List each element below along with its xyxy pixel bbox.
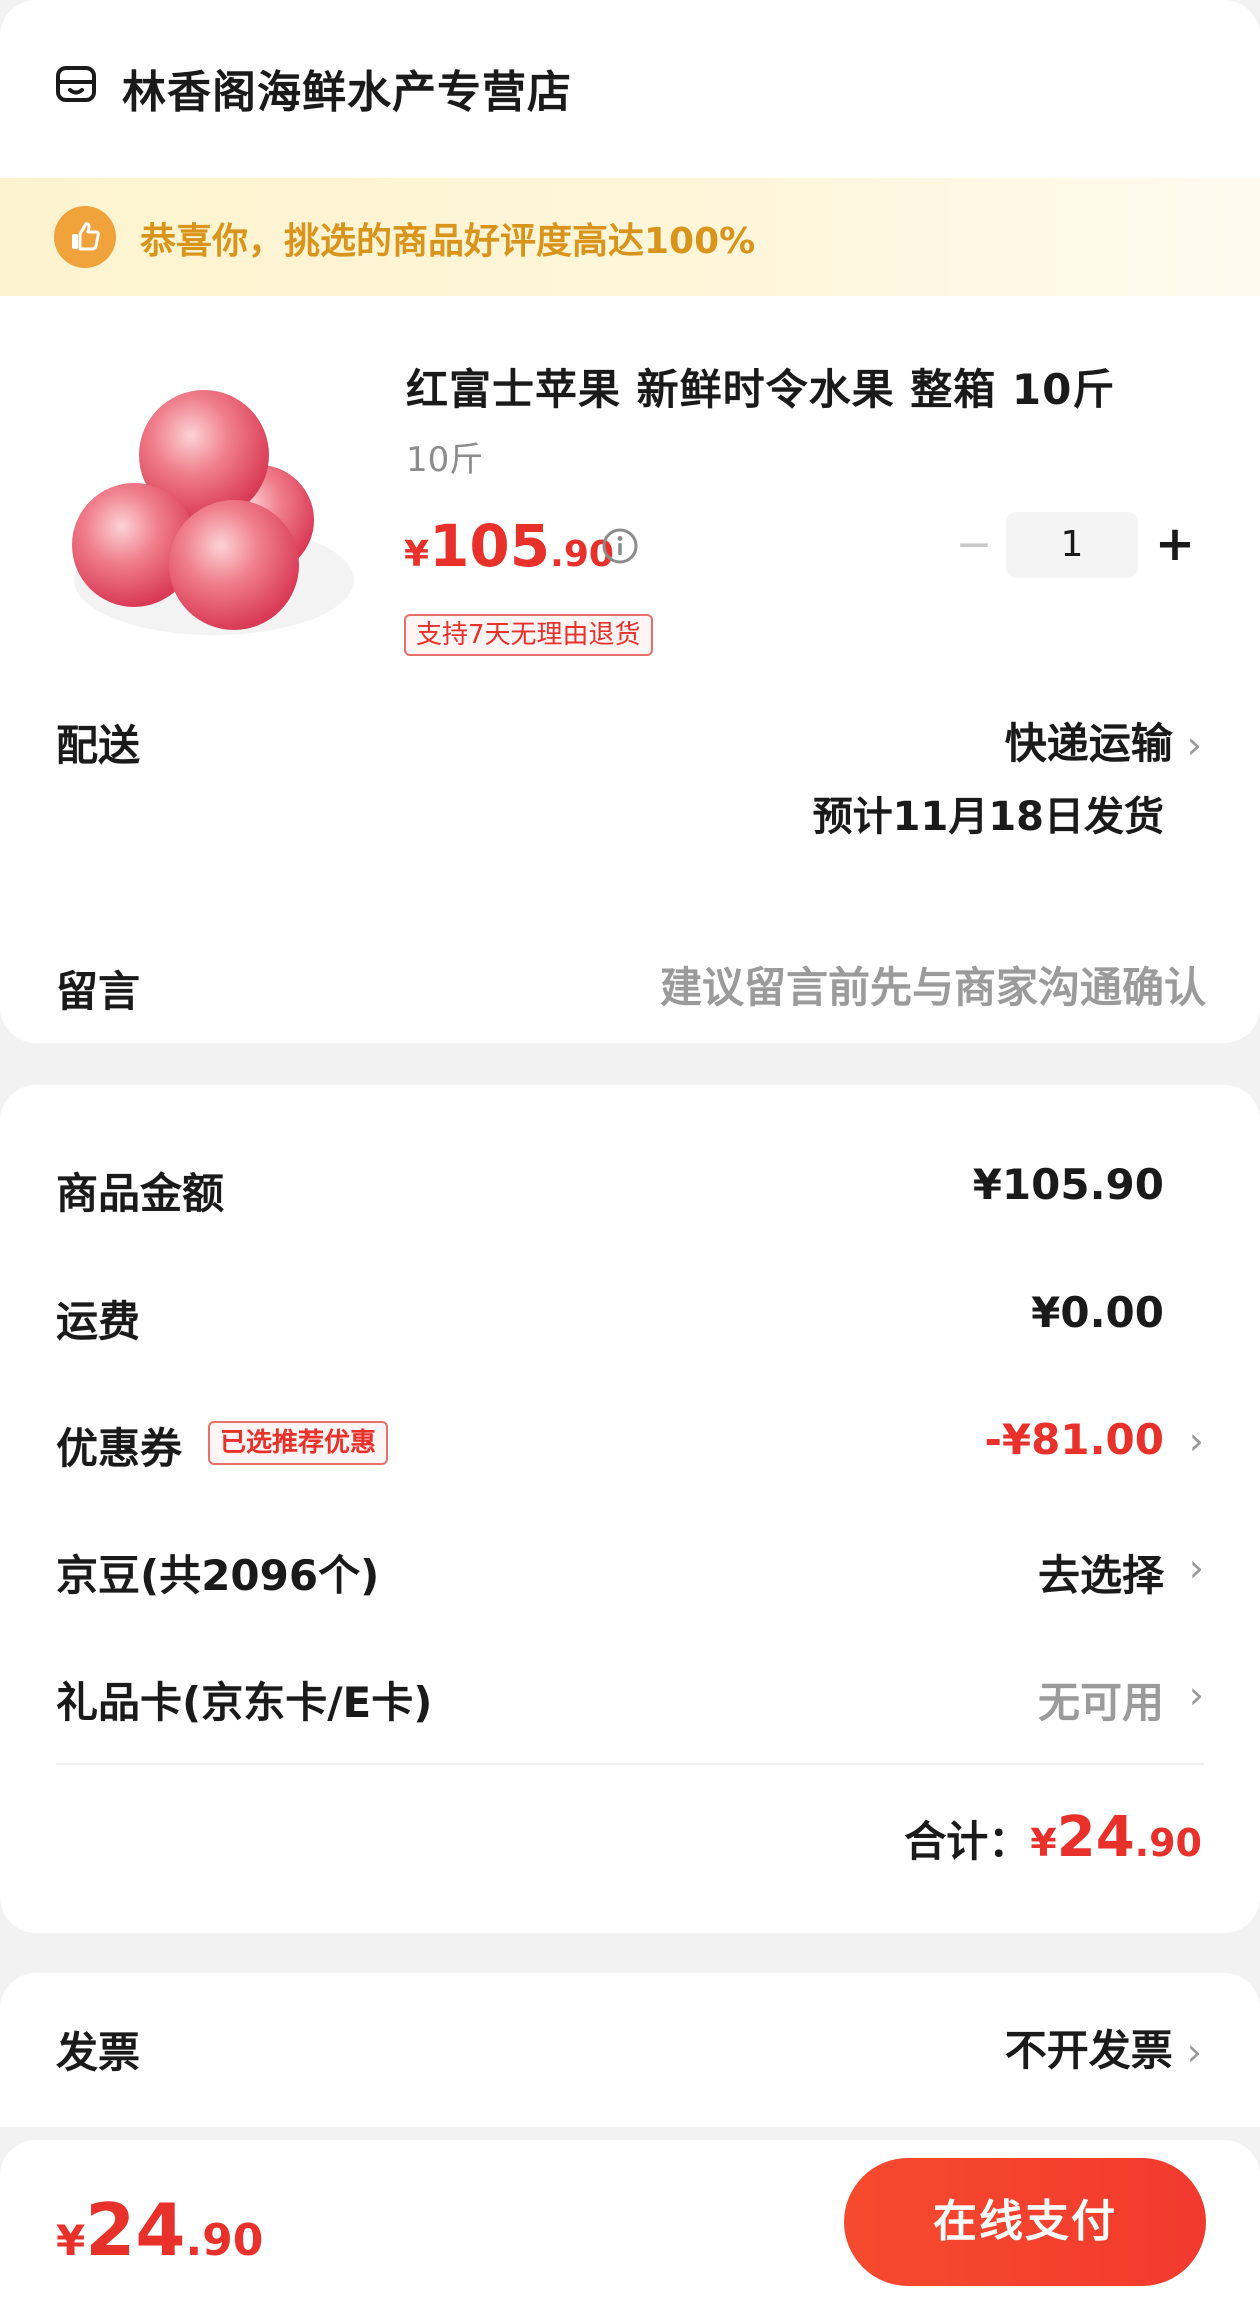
quantity-input[interactable]: 1 bbox=[1006, 512, 1138, 578]
delivery-method-value: 快递运输 bbox=[1004, 719, 1173, 768]
quantity-decrease-button[interactable]: − bbox=[954, 520, 994, 570]
store-icon bbox=[56, 66, 96, 102]
invoice-card[interactable]: 发票 不开发票 › bbox=[0, 1973, 1260, 2127]
delivery-date: 预计11月18日发货 bbox=[812, 794, 1164, 840]
subtotal-row: 商品金额 ¥105.90 bbox=[56, 1160, 1204, 1220]
gift-card-row[interactable]: 礼品卡(京东卡/E卡) 无可用 › bbox=[56, 1669, 1204, 1729]
currency-symbol: ¥ bbox=[1030, 1821, 1057, 1865]
promo-text: 恭喜你，挑选的商品好评度高达100% bbox=[140, 221, 756, 262]
cost-summary-card: 商品金额 ¥105.90 运费 ¥0.00 优惠券 已选推荐优惠 -¥81.00… bbox=[0, 1085, 1260, 1933]
price-integer: 24 bbox=[85, 2188, 186, 2272]
shipping-value: ¥0.00 bbox=[1031, 1288, 1164, 1337]
coupon-value: -¥81.00 bbox=[984, 1415, 1164, 1464]
jd-beans-row[interactable]: 京豆(共2096个) 去选择 › bbox=[56, 1542, 1204, 1602]
quantity-increase-button[interactable]: + bbox=[1152, 516, 1198, 572]
coupon-label: 优惠券 bbox=[56, 1424, 183, 1473]
delivery-label: 配送 bbox=[56, 721, 141, 770]
total-label: 合计： bbox=[904, 1817, 1031, 1866]
order-total: 合计：¥24.90 bbox=[904, 1805, 1202, 1870]
jd-beans-label: 京豆(共2096个) bbox=[56, 1551, 380, 1600]
price-decimal: .90 bbox=[185, 2215, 264, 2266]
checkout-footer: ¥24.90 在线支付 bbox=[0, 2140, 1260, 2302]
shop-name[interactable]: 林香阁海鲜水产专营店 bbox=[122, 56, 572, 120]
total-price: ¥24.90 bbox=[1030, 1805, 1202, 1870]
product-image[interactable] bbox=[64, 370, 364, 670]
return-policy-badge: 支持7天无理由退货 bbox=[404, 614, 653, 656]
chevron-right-icon: › bbox=[1188, 1673, 1204, 1717]
gift-card-label: 礼品卡(京东卡/E卡) bbox=[56, 1678, 433, 1727]
promo-banner: 恭喜你，挑选的商品好评度高达100% bbox=[0, 178, 1260, 296]
delivery-method-selector[interactable]: 快递运输 › bbox=[1005, 710, 1202, 771]
chevron-right-icon: › bbox=[1186, 2030, 1202, 2074]
invoice-selector[interactable]: 不开发票 › bbox=[1005, 2017, 1202, 2078]
invoice-value: 不开发票 bbox=[1004, 2026, 1173, 2075]
shop-card: 林香阁海鲜水产专营店 恭喜你，挑选的商品好评度高达100% 红富士苹果 新鲜时令… bbox=[0, 0, 1260, 1043]
product-spec[interactable]: 10斤 bbox=[406, 432, 483, 481]
product-title[interactable]: 红富士苹果 新鲜时令水果 整箱 10斤 bbox=[406, 356, 1115, 417]
divider bbox=[56, 1763, 1204, 1765]
invoice-label: 发票 bbox=[56, 2028, 141, 2077]
shipping-label: 运费 bbox=[56, 1297, 141, 1346]
coupon-row[interactable]: 优惠券 已选推荐优惠 -¥81.00 › bbox=[56, 1415, 1204, 1475]
jd-beans-value: 去选择 bbox=[1037, 1551, 1164, 1600]
message-input[interactable]: 建议留言前先与商家沟通确认 bbox=[660, 954, 1206, 1015]
coupon-recommended-badge: 已选推荐优惠 bbox=[208, 1421, 389, 1465]
chevron-right-icon: › bbox=[1188, 1546, 1204, 1590]
info-icon[interactable] bbox=[600, 526, 640, 566]
subtotal-label: 商品金额 bbox=[56, 1169, 225, 1218]
product-price: ¥105.90 bbox=[404, 512, 614, 580]
gift-card-value: 无可用 bbox=[1037, 1678, 1164, 1727]
price-integer: 105 bbox=[429, 512, 551, 580]
chevron-right-icon: › bbox=[1186, 723, 1202, 767]
price-decimal: .90 bbox=[1134, 1821, 1202, 1865]
chevron-right-icon: › bbox=[1188, 1419, 1204, 1463]
shipping-row: 运费 ¥0.00 bbox=[56, 1288, 1204, 1348]
message-label: 留言 bbox=[56, 967, 141, 1016]
currency-symbol: ¥ bbox=[56, 2216, 86, 2265]
pay-online-button[interactable]: 在线支付 bbox=[844, 2158, 1206, 2286]
price-integer: 24 bbox=[1056, 1805, 1135, 1870]
subtotal-value: ¥105.90 bbox=[972, 1160, 1164, 1209]
currency-symbol: ¥ bbox=[404, 534, 430, 575]
footer-total-price: ¥24.90 bbox=[56, 2188, 263, 2272]
thumbs-up-icon bbox=[54, 206, 116, 268]
